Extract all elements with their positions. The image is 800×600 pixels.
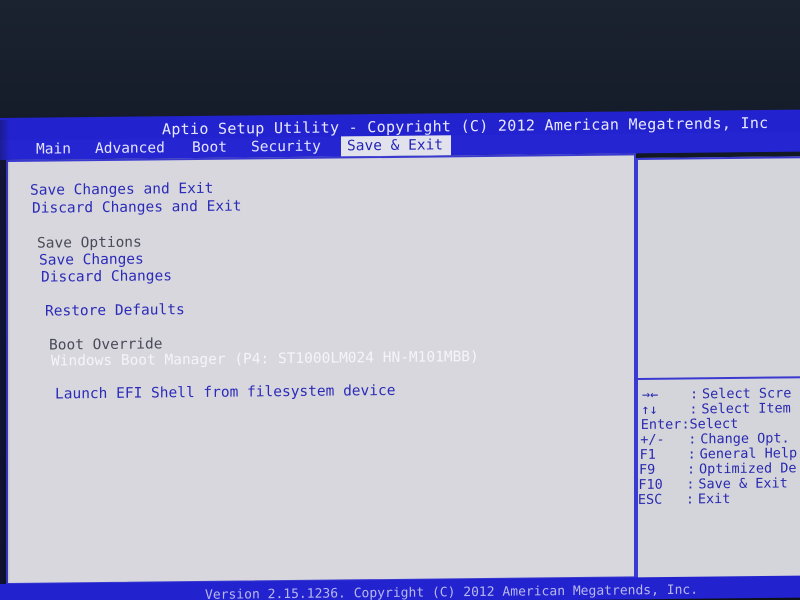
help-key: +/- bbox=[640, 431, 665, 448]
tab-boot[interactable]: Boot bbox=[188, 138, 231, 158]
help-key: ESC bbox=[637, 491, 663, 508]
help-key: F10 bbox=[638, 476, 663, 493]
help-line: ESC: Exit bbox=[637, 491, 731, 508]
help-separator: : bbox=[687, 461, 696, 478]
help-key: F1 bbox=[639, 446, 656, 463]
help-key: Enter bbox=[640, 416, 682, 433]
key-help-list: →←: Select Scre ↑↓: Select Item Enter:Select… bbox=[638, 158, 800, 508]
menu-save-changes-and-exit[interactable]: Save Changes and Exit bbox=[30, 180, 213, 200]
menu-discard-changes[interactable]: Discard Changes bbox=[41, 267, 172, 286]
footer-text: Version 2.15.1236. Copyright (C) 2012 Am… bbox=[205, 582, 699, 600]
help-key: →← bbox=[642, 386, 659, 403]
help-panel: →←: Select Scre ↑↓: Select Item Enter:Select… bbox=[636, 156, 800, 585]
help-separator: : bbox=[687, 446, 696, 463]
tab-security[interactable]: Security bbox=[247, 137, 325, 158]
options-panel: Save Changes and Exit Discard Changes an… bbox=[6, 153, 636, 586]
help-separator: : bbox=[689, 401, 698, 418]
help-separator: : bbox=[690, 386, 699, 403]
help-description: Select bbox=[689, 415, 739, 433]
help-description: Select Item bbox=[701, 400, 791, 418]
help-separator: : bbox=[685, 491, 694, 508]
help-description: Save & Exit bbox=[698, 475, 788, 493]
help-key: F9 bbox=[639, 461, 656, 478]
menu-launch-efi-shell[interactable]: Launch EFI Shell from filesystem device bbox=[55, 382, 395, 404]
menu-restore-defaults[interactable]: Restore Defaults bbox=[45, 301, 185, 320]
tab-advanced[interactable]: Advanced bbox=[91, 138, 169, 159]
help-description: Exit bbox=[697, 491, 731, 508]
menu-discard-changes-and-exit[interactable]: Discard Changes and Exit bbox=[32, 198, 242, 218]
help-divider bbox=[636, 376, 800, 380]
tab-main[interactable]: Main bbox=[32, 139, 75, 159]
help-separator: : bbox=[686, 476, 695, 493]
tab-save-exit[interactable]: Save & Exit bbox=[341, 135, 452, 157]
help-separator: : bbox=[688, 431, 697, 448]
menu-windows-boot-manager[interactable]: Windows Boot Manager (P4: ST1000LM024 HN… bbox=[51, 348, 479, 370]
